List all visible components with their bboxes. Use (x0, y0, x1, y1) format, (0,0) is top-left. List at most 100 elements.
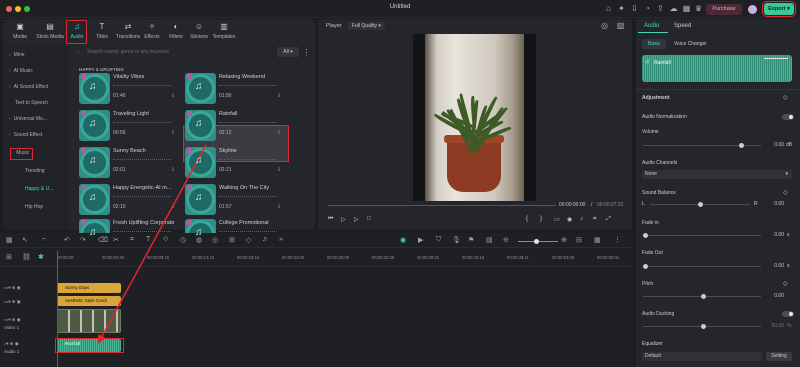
title-clip[interactable]: Sunny Days (57, 283, 121, 293)
volume-knob[interactable] (739, 143, 744, 148)
reset-icon[interactable]: ◇ (783, 94, 788, 101)
select-tool-icon[interactable]: ↖ (22, 236, 28, 244)
filter-dropdown[interactable]: All ▾ (277, 47, 299, 57)
timeline-ruler[interactable]: 00:00:00 00:00:04:20 00:00:09:15 00:00:14:1… (57, 253, 633, 265)
playhead[interactable] (57, 251, 58, 367)
pitch-slider[interactable] (643, 294, 761, 299)
clip-volume-slider[interactable] (764, 58, 788, 59)
audio-card[interactable]: ♫ Relaxing Weekend 01:56 ⇩ (185, 73, 285, 107)
tab-effects[interactable]: ✧ Effects (139, 22, 165, 40)
image-icon[interactable]: ▧ (616, 21, 625, 30)
snapshot-icon[interactable]: ◎ (600, 21, 609, 30)
sidebar-subitem-happy[interactable]: Happy & U... (25, 186, 53, 192)
sidebar-item-text-to-speech[interactable]: Text to Speech (15, 100, 48, 106)
stop-icon[interactable]: □ (367, 216, 371, 222)
download-icon[interactable]: ⇩ (277, 204, 281, 210)
transform-icon[interactable]: ⟐ (163, 236, 169, 244)
audio-card[interactable]: ♫ Vitality Vibes 01:46 ⇩ (79, 73, 179, 107)
tab-audio-props[interactable]: Audio (644, 23, 659, 29)
stabilize-icon[interactable]: ⊞ (229, 236, 235, 244)
audio-adjust-icon[interactable]: ♬ (262, 236, 269, 243)
render-icon[interactable]: ◉ (400, 236, 406, 244)
notification-icon[interactable]: ◔ (643, 4, 652, 13)
snapshot-tl-icon[interactable]: ▤ (486, 236, 493, 244)
split-icon[interactable]: ⌐ (42, 236, 46, 243)
play-range-icon[interactable]: ▶ (418, 236, 423, 244)
mark-out-icon[interactable]: } (540, 216, 542, 222)
fade-out-knob[interactable] (643, 264, 648, 269)
audio-card[interactable]: ♫ Sunny Beach 02:01 ⇩ (79, 147, 179, 181)
share-icon[interactable]: ⇪ (656, 4, 665, 13)
crown-icon[interactable]: ♛ (694, 4, 703, 13)
tab-stickers[interactable]: ☺ Stickers (186, 22, 212, 40)
quality-dropdown[interactable]: Full Quality ▾ (348, 22, 385, 30)
basic-subtab[interactable]: Basic (642, 39, 666, 49)
ducking-slider[interactable] (643, 324, 761, 329)
grid-icon[interactable]: ▦ (682, 4, 691, 13)
reset-icon[interactable]: ◇ (783, 280, 788, 287)
pitch-value[interactable]: 0.00 (770, 293, 784, 299)
download-icon[interactable]: ⇩ (277, 130, 281, 136)
volume-icon[interactable]: ♪ (580, 216, 583, 222)
sidebar-item-sound-effect[interactable]: › Sound Effect (9, 132, 42, 138)
snap-icon[interactable]: ✱ (38, 253, 44, 261)
tab-templates[interactable]: ▥ Templates (210, 22, 238, 40)
speed-icon[interactable]: ◷ (180, 236, 186, 244)
avatar[interactable] (748, 5, 757, 14)
crop-tool-icon[interactable]: ⌗ (130, 236, 134, 244)
audio-card[interactable]: ♫ Rainfall 02:12 ⇩ (185, 110, 285, 144)
sidebar-item-universal[interactable]: › Universal Mo... (9, 116, 47, 122)
download-icon[interactable]: ⇩ (171, 130, 175, 136)
more-tools-icon[interactable]: » (279, 236, 283, 243)
normalization-toggle[interactable] (782, 114, 794, 120)
pitch-knob[interactable] (701, 294, 706, 299)
audio-card[interactable]: ♫ Skyline 02:21 ⇩ (185, 147, 285, 181)
balance-knob[interactable] (698, 202, 703, 207)
audio-card[interactable]: ♫ Happy Energetic-AI m... 02:10 ⇩ (79, 184, 179, 218)
ducking-value[interactable]: 50.00 (770, 323, 784, 329)
tab-media[interactable]: ▣ Media (7, 22, 33, 40)
channels-dropdown[interactable]: None ▾ (642, 170, 792, 179)
display-icon[interactable]: ▭ (554, 216, 560, 223)
download-icon[interactable]: ⇩ (277, 167, 281, 173)
text-tool-icon[interactable]: T (146, 236, 150, 243)
tab-speed[interactable]: Speed (674, 23, 691, 29)
camera-icon[interactable]: ◉ (567, 216, 572, 223)
search-input[interactable]: ⌕ Search sound, genre or any keyword (73, 47, 273, 58)
equalizer-dropdown[interactable]: Default (642, 352, 762, 361)
download-icon[interactable]: ⇩ (630, 4, 639, 13)
volume-slider[interactable] (643, 143, 761, 148)
download-icon[interactable]: ⇩ (171, 204, 175, 210)
more-icon[interactable]: ⋮ (302, 48, 311, 57)
equalizer-setting-button[interactable]: Setting (766, 352, 792, 361)
shield-icon[interactable]: ⛉ (436, 236, 441, 244)
play-icon[interactable]: ▷ (341, 216, 346, 223)
video-clip[interactable] (57, 309, 121, 333)
title-clip[interactable]: Aesthetic Style Credi (57, 296, 121, 306)
add-track-icon[interactable]: ⊞ (6, 253, 12, 261)
more-options-icon[interactable]: ⋮ (614, 236, 621, 244)
purchase-button[interactable]: Purchase (706, 4, 742, 15)
download-icon[interactable]: ⇩ (171, 167, 175, 173)
audio-card[interactable]: ♫ Walking On The City 01:57 ⇩ (185, 184, 285, 218)
crop-icon[interactable]: ⌗ (593, 216, 596, 223)
reset-icon[interactable]: ◇ (783, 189, 788, 196)
fit-icon[interactable]: ⊟ (576, 236, 582, 244)
sidebar-subitem-hip-hop[interactable]: Hip Hop (25, 204, 43, 210)
export-button[interactable]: Export ▾ (762, 1, 796, 17)
ducking-toggle[interactable] (782, 311, 794, 317)
zoom-out-icon[interactable]: ⊖ (503, 236, 509, 244)
tab-titles[interactable]: T Titles (89, 22, 115, 40)
fade-in-value[interactable]: 0.00 (770, 232, 784, 238)
keyframe-icon[interactable]: ◇ (246, 236, 251, 244)
link-icon[interactable]: ⛓ (22, 253, 31, 261)
balance-slider[interactable] (650, 202, 750, 207)
mark-in-icon[interactable]: { (526, 216, 528, 222)
fade-out-value[interactable]: 0.00 (770, 263, 784, 269)
sidebar-item-ai-music[interactable]: › AI Music (9, 68, 33, 74)
ducking-knob[interactable] (701, 324, 706, 329)
prev-frame-icon[interactable]: ⏮ (328, 216, 333, 223)
grid-tl-icon[interactable]: ▦ (594, 236, 601, 244)
zoom-slider[interactable] (518, 239, 558, 244)
balance-value[interactable]: 0.00 (770, 201, 784, 207)
